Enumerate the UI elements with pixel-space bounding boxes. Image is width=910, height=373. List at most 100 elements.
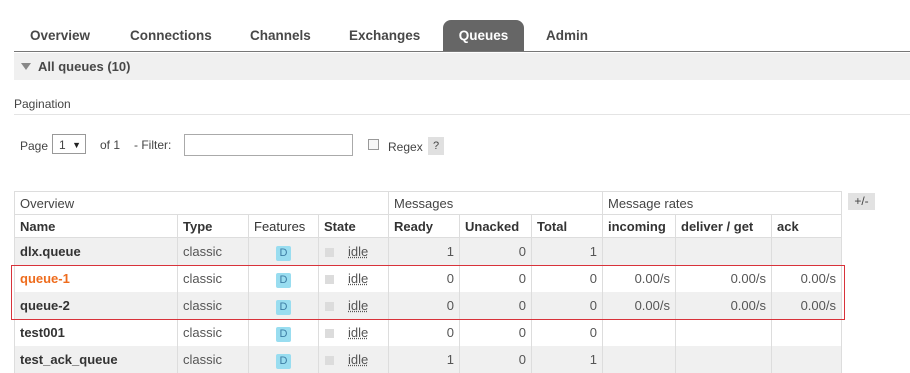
idle-state-icon bbox=[325, 247, 334, 257]
filter-label: - Filter: bbox=[134, 138, 172, 152]
durable-badge: D bbox=[276, 299, 291, 315]
column-header-incoming[interactable]: incoming bbox=[602, 214, 676, 238]
queue-name-link[interactable]: test001 bbox=[14, 318, 178, 346]
tab-admin[interactable]: Admin bbox=[546, 20, 588, 51]
column-toggle-button[interactable]: +/- bbox=[848, 193, 875, 210]
regex-label: Regex bbox=[388, 140, 423, 154]
ready-count: 0 bbox=[388, 264, 460, 292]
chevron-down-icon: ▼ bbox=[72, 140, 81, 150]
state-label: idle bbox=[348, 243, 369, 259]
page-of-label: of 1 bbox=[100, 138, 121, 152]
section-title: All queues (10) bbox=[38, 59, 131, 74]
ready-count: 1 bbox=[388, 237, 460, 265]
deliver-get-rate bbox=[675, 345, 772, 373]
table-row: test_ack_queue classic D idle 1 0 1 bbox=[14, 345, 842, 373]
table-row: test001 classic D idle 0 0 0 bbox=[14, 318, 842, 346]
total-count: 0 bbox=[531, 318, 603, 346]
durable-badge: D bbox=[276, 326, 291, 342]
queue-type: classic bbox=[177, 345, 249, 373]
total-count: 1 bbox=[531, 237, 603, 265]
queue-features: D bbox=[248, 291, 319, 319]
idle-state-icon bbox=[325, 274, 334, 284]
tab-queues[interactable]: Queues bbox=[443, 20, 524, 51]
state-label: idle bbox=[348, 297, 369, 313]
total-count: 1 bbox=[531, 345, 603, 373]
collapse-triangle-icon bbox=[21, 63, 31, 70]
column-header-ack[interactable]: ack bbox=[771, 214, 842, 238]
ack-rate: 0.00/s bbox=[771, 264, 842, 292]
regex-checkbox[interactable] bbox=[368, 139, 379, 150]
incoming-rate bbox=[602, 237, 676, 265]
ready-count: 0 bbox=[388, 318, 460, 346]
queue-type: classic bbox=[177, 318, 249, 346]
unacked-count: 0 bbox=[459, 345, 532, 373]
incoming-rate bbox=[602, 318, 676, 346]
queues-table: Overview Messages Message rates Name Typ… bbox=[14, 191, 842, 373]
filter-input[interactable] bbox=[184, 134, 353, 156]
queue-features: D bbox=[248, 318, 319, 346]
queue-state: idle bbox=[318, 237, 389, 265]
column-header-ready[interactable]: Ready bbox=[388, 214, 460, 238]
queue-state: idle bbox=[318, 291, 389, 319]
total-count: 0 bbox=[531, 291, 603, 319]
group-header-messages: Messages bbox=[388, 191, 603, 215]
state-label: idle bbox=[348, 270, 369, 286]
group-header-message-rates: Message rates bbox=[602, 191, 842, 215]
state-label: idle bbox=[348, 324, 369, 340]
queue-name-link[interactable]: queue-2 bbox=[14, 291, 178, 319]
durable-badge: D bbox=[276, 245, 291, 261]
queue-state: idle bbox=[318, 264, 389, 292]
queue-state: idle bbox=[318, 345, 389, 373]
pagination-heading: Pagination bbox=[14, 97, 71, 111]
column-header-state[interactable]: State bbox=[318, 214, 389, 238]
queue-features: D bbox=[248, 237, 319, 265]
column-header-total[interactable]: Total bbox=[531, 214, 603, 238]
regex-help-button[interactable]: ? bbox=[428, 137, 444, 155]
page-select-value: 1 bbox=[59, 138, 66, 152]
pagination-divider bbox=[14, 114, 910, 115]
queue-name-link[interactable]: queue-1 bbox=[14, 264, 178, 292]
ack-rate bbox=[771, 318, 842, 346]
unacked-count: 0 bbox=[459, 264, 532, 292]
queue-type: classic bbox=[177, 237, 249, 265]
queue-type: classic bbox=[177, 264, 249, 292]
deliver-get-rate: 0.00/s bbox=[675, 264, 772, 292]
queue-name-link[interactable]: dlx.queue bbox=[14, 237, 178, 265]
tab-connections[interactable]: Connections bbox=[130, 20, 212, 51]
idle-state-icon bbox=[325, 328, 334, 338]
column-header-type[interactable]: Type bbox=[177, 214, 249, 238]
incoming-rate: 0.00/s bbox=[602, 291, 676, 319]
queue-name-link[interactable]: test_ack_queue bbox=[14, 345, 178, 373]
ack-rate bbox=[771, 345, 842, 373]
group-header-overview: Overview bbox=[14, 191, 389, 215]
durable-badge: D bbox=[276, 353, 291, 369]
page-select[interactable]: 1 ▼ bbox=[52, 134, 86, 154]
ack-rate: 0.00/s bbox=[771, 291, 842, 319]
column-header-unacked[interactable]: Unacked bbox=[459, 214, 532, 238]
tab-channels[interactable]: Channels bbox=[250, 20, 311, 51]
incoming-rate: 0.00/s bbox=[602, 264, 676, 292]
queue-features: D bbox=[248, 345, 319, 373]
tab-exchanges[interactable]: Exchanges bbox=[349, 20, 420, 51]
state-label: idle bbox=[348, 351, 369, 367]
tab-overview[interactable]: Overview bbox=[30, 20, 90, 51]
deliver-get-rate bbox=[675, 318, 772, 346]
incoming-rate bbox=[602, 345, 676, 373]
ready-count: 1 bbox=[388, 345, 460, 373]
unacked-count: 0 bbox=[459, 318, 532, 346]
deliver-get-rate bbox=[675, 237, 772, 265]
all-queues-section-toggle[interactable]: All queues (10) bbox=[14, 53, 910, 80]
main-nav: Overview Connections Channels Exchanges … bbox=[0, 0, 910, 53]
tab-divider bbox=[14, 51, 910, 52]
table-row: dlx.queue classic D idle 1 0 1 bbox=[14, 237, 842, 265]
unacked-count: 0 bbox=[459, 237, 532, 265]
column-header-name[interactable]: Name bbox=[14, 214, 178, 238]
idle-state-icon bbox=[325, 301, 334, 311]
idle-state-icon bbox=[325, 355, 334, 365]
table-row: queue-2 classic D idle 0 0 0 0.00/s 0.00… bbox=[14, 291, 842, 319]
column-header-features: Features bbox=[248, 214, 319, 238]
unacked-count: 0 bbox=[459, 291, 532, 319]
table-row: queue-1 classic D idle 0 0 0 0.00/s 0.00… bbox=[14, 264, 842, 292]
durable-badge: D bbox=[276, 272, 291, 288]
column-header-deliver-get[interactable]: deliver / get bbox=[675, 214, 772, 238]
